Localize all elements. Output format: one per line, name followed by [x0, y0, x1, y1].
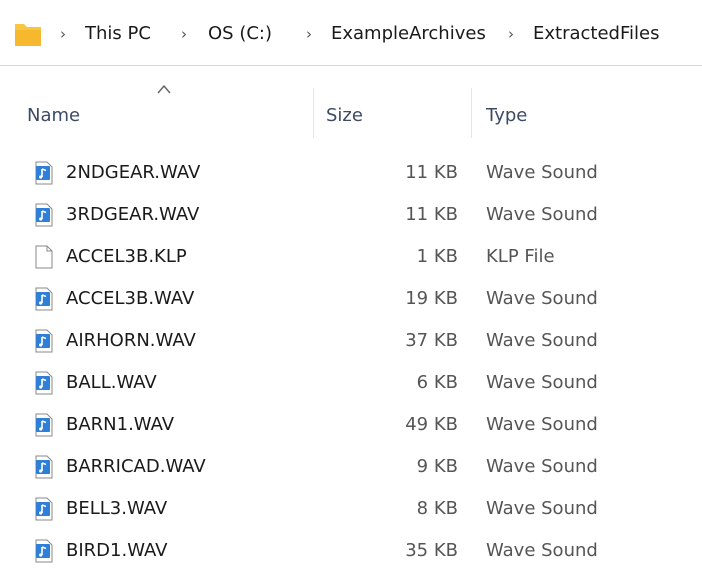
file-type: Wave Sound [486, 456, 598, 477]
file-size: 11 KB [405, 204, 458, 225]
column-resize-handle[interactable] [313, 88, 314, 138]
file-name: ACCEL3B.WAV [66, 288, 195, 309]
column-header-size[interactable]: Size [326, 104, 363, 128]
file-name: BIRD1.WAV [66, 540, 168, 561]
file-list: 2NDGEAR.WAV 11 KB Wave Sound 3RDGEAR.WAV… [0, 152, 702, 572]
column-resize-handle[interactable] [471, 88, 472, 138]
generic-file-icon [35, 245, 53, 269]
breadcrumb-separator-icon: › [508, 25, 514, 43]
file-type: Wave Sound [486, 330, 598, 351]
file-name: BARN1.WAV [66, 414, 175, 435]
file-name: BARRICAD.WAV [66, 456, 206, 477]
file-row[interactable]: 2NDGEAR.WAV 11 KB Wave Sound [0, 152, 702, 194]
file-name: 3RDGEAR.WAV [66, 204, 200, 225]
breadcrumb-extractedfiles[interactable]: ExtractedFiles [533, 22, 659, 46]
audio-file-icon [35, 539, 53, 563]
audio-file-icon [35, 455, 53, 479]
file-name: 2NDGEAR.WAV [66, 162, 201, 183]
file-row[interactable]: ACCEL3B.KLP 1 KB KLP File [0, 236, 702, 278]
breadcrumb-separator-icon: › [181, 25, 187, 43]
file-size: 6 KB [416, 372, 458, 393]
file-name: AIRHORN.WAV [66, 330, 196, 351]
file-type: Wave Sound [486, 540, 598, 561]
file-row[interactable]: BARN1.WAV 49 KB Wave Sound [0, 404, 702, 446]
column-header-row: Name Size Type [0, 80, 702, 150]
file-row[interactable]: BARRICAD.WAV 9 KB Wave Sound [0, 446, 702, 488]
audio-file-icon [35, 203, 53, 227]
sort-ascending-icon [157, 84, 171, 94]
file-name: ACCEL3B.KLP [66, 246, 187, 267]
file-name: BELL3.WAV [66, 498, 168, 519]
breadcrumb-this-pc[interactable]: This PC [85, 22, 151, 46]
file-type: Wave Sound [486, 162, 598, 183]
folder-icon [15, 24, 41, 46]
file-row[interactable]: BELL3.WAV 8 KB Wave Sound [0, 488, 702, 530]
audio-file-icon [35, 161, 53, 185]
audio-file-icon [35, 497, 53, 521]
file-type: Wave Sound [486, 288, 598, 309]
audio-file-icon [35, 329, 53, 353]
file-size: 8 KB [416, 498, 458, 519]
file-size: 1 KB [416, 246, 458, 267]
file-row[interactable]: BALL.WAV 6 KB Wave Sound [0, 362, 702, 404]
file-size: 11 KB [405, 162, 458, 183]
audio-file-icon [35, 371, 53, 395]
file-type: Wave Sound [486, 498, 598, 519]
file-type: KLP File [486, 246, 555, 267]
column-header-name[interactable]: Name [27, 104, 80, 128]
audio-file-icon [35, 287, 53, 311]
file-type: Wave Sound [486, 414, 598, 435]
file-name: BALL.WAV [66, 372, 157, 393]
address-bar[interactable]: › This PC › OS (C:) › ExampleArchives › … [0, 0, 702, 66]
file-size: 9 KB [416, 456, 458, 477]
breadcrumb-separator-icon: › [60, 25, 66, 43]
file-size: 19 KB [405, 288, 458, 309]
file-size: 49 KB [405, 414, 458, 435]
file-row[interactable]: ACCEL3B.WAV 19 KB Wave Sound [0, 278, 702, 320]
file-row[interactable]: AIRHORN.WAV 37 KB Wave Sound [0, 320, 702, 362]
file-size: 35 KB [405, 540, 458, 561]
breadcrumb-os-c[interactable]: OS (C:) [208, 22, 272, 46]
file-type: Wave Sound [486, 372, 598, 393]
file-type: Wave Sound [486, 204, 598, 225]
column-header-type[interactable]: Type [486, 104, 527, 128]
breadcrumb-separator-icon: › [306, 25, 312, 43]
audio-file-icon [35, 413, 53, 437]
file-size: 37 KB [405, 330, 458, 351]
breadcrumb-examplearchives[interactable]: ExampleArchives [331, 22, 486, 46]
file-row[interactable]: 3RDGEAR.WAV 11 KB Wave Sound [0, 194, 702, 236]
file-row[interactable]: BIRD1.WAV 35 KB Wave Sound [0, 530, 702, 572]
